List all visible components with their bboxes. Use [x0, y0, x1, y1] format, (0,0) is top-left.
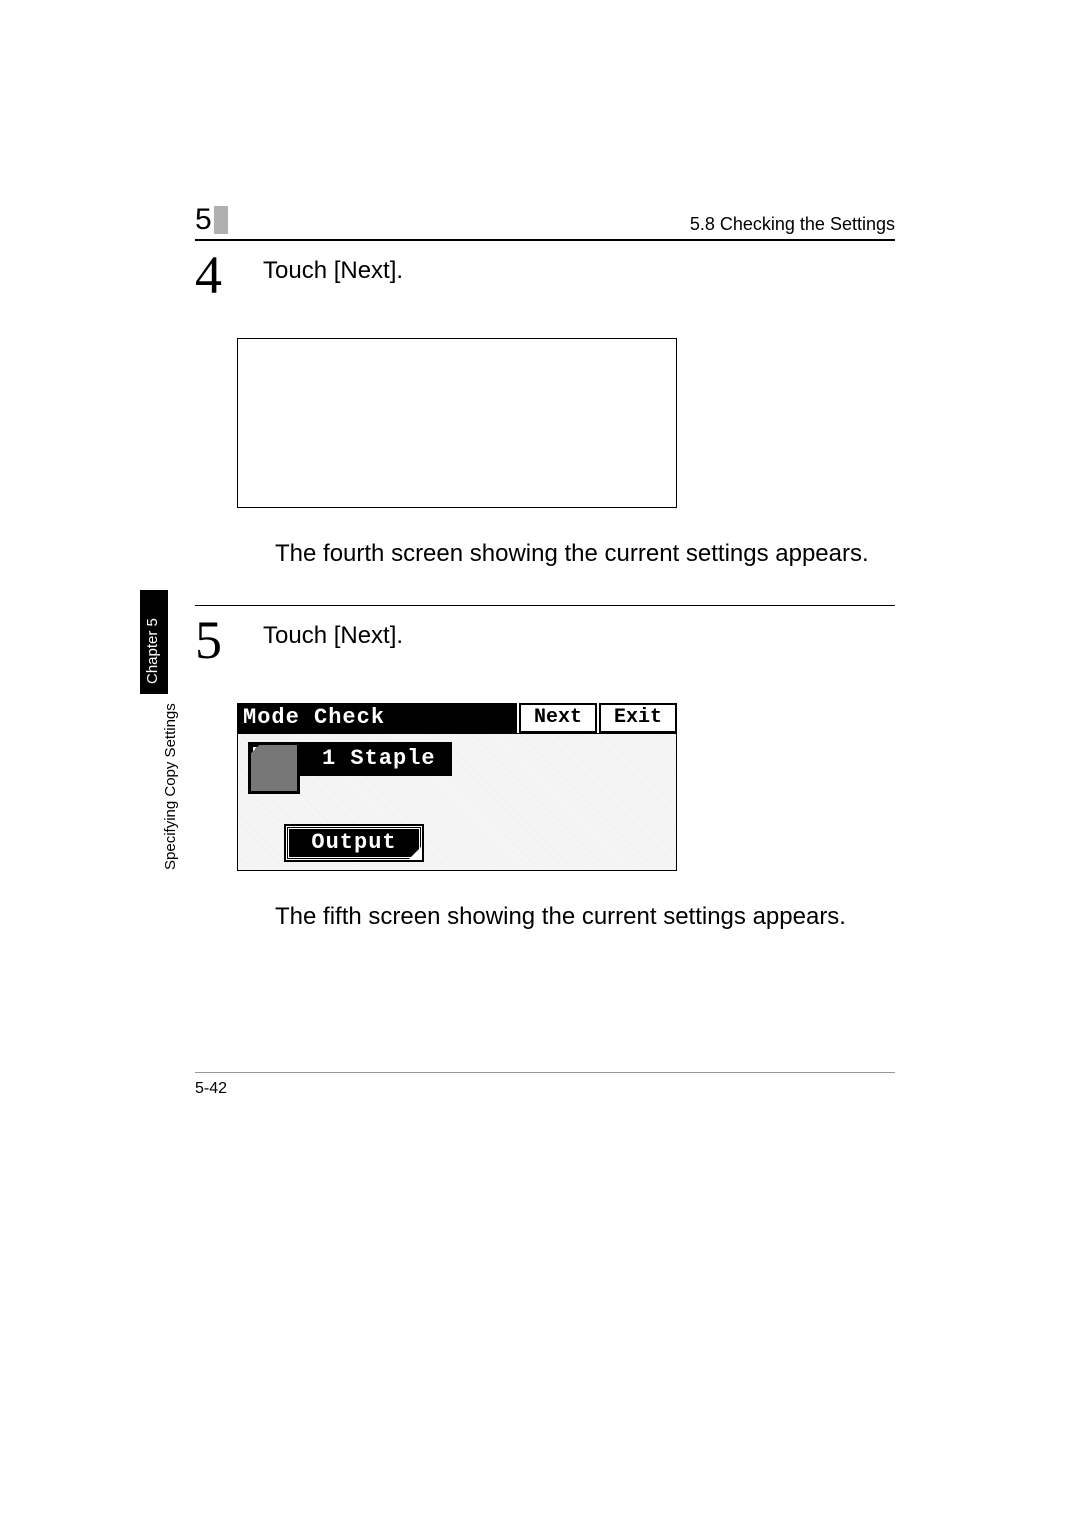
lcd-body: C A 1 Staple Output [237, 733, 677, 871]
paper-stack-icon: C A [248, 742, 300, 794]
footer-rule [195, 1072, 895, 1073]
step-divider [195, 605, 895, 606]
step-5-number: 5 [195, 616, 235, 665]
lcd-titlebar: Mode Check Next Exit [237, 703, 677, 733]
step-5-lcd-screenshot: Mode Check Next Exit C A 1 Staple Output [237, 703, 677, 871]
page-header: 5 5.8 Checking the Settings [195, 205, 895, 235]
step-4-instruction: Touch [Next]. [263, 251, 403, 285]
lcd-title: Mode Check [237, 703, 517, 733]
lcd-row-1: C A 1 Staple [248, 742, 452, 794]
lcd-staple-tab[interactable]: 1 Staple [300, 742, 452, 776]
step-5-result: The fifth screen showing the current set… [275, 901, 875, 933]
side-chapter-tab: Chapter 5 Specifying Copy Settings [140, 590, 168, 864]
chapter-badge: 5 [195, 205, 228, 235]
step-4-screenshot-placeholder [237, 338, 677, 508]
side-tab-chapter-label: Chapter 5 [144, 618, 161, 684]
chapter-number: 5 [195, 205, 212, 235]
lcd-output-label: Output [311, 830, 396, 855]
step-4: 4 Touch [Next]. [195, 251, 895, 300]
step-5: 5 Touch [Next]. [195, 616, 895, 665]
lcd-exit-button[interactable]: Exit [599, 703, 677, 733]
paper-corner-label: C [253, 747, 263, 757]
side-tab-main-label: Specifying Copy Settings [162, 703, 179, 870]
step-4-number: 4 [195, 251, 235, 300]
header-rule [195, 239, 895, 241]
footer-page-number: 5-42 [195, 1080, 227, 1098]
page-content: 5 5.8 Checking the Settings 4 Touch [Nex… [195, 205, 895, 933]
lcd-next-button[interactable]: Next [519, 703, 597, 733]
paper-letter: A [255, 749, 293, 787]
step-5-instruction: Touch [Next]. [263, 616, 403, 650]
lcd-output-button[interactable]: Output [286, 826, 422, 860]
step-4-result: The fourth screen showing the current se… [275, 538, 875, 570]
lcd-output-corner-icon [409, 847, 421, 859]
section-title: 5.8 Checking the Settings [690, 214, 895, 235]
chapter-block-icon [214, 206, 228, 234]
